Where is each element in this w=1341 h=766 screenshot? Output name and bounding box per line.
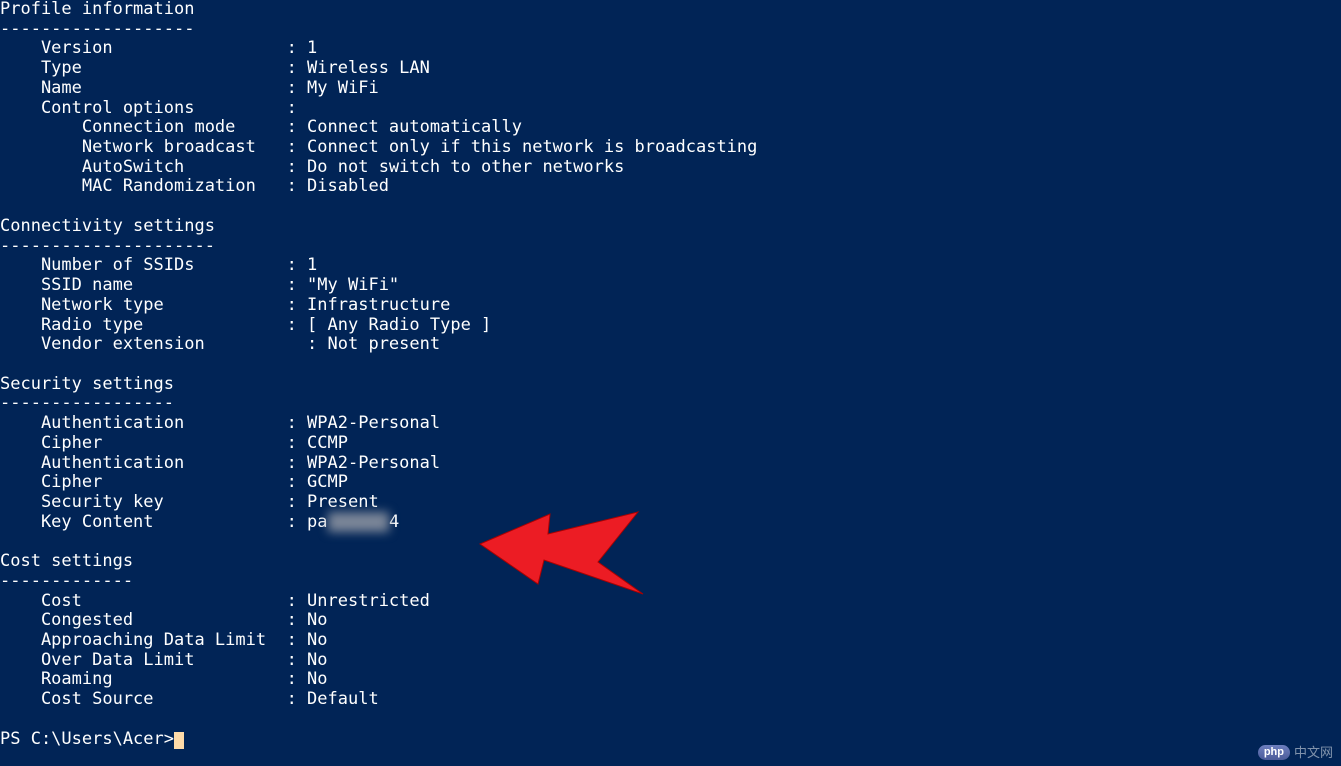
terminal-output: Profile information ------------------- … bbox=[0, 0, 757, 749]
watermark-badge: php bbox=[1258, 745, 1290, 760]
watermark-text: 中文网 bbox=[1294, 745, 1333, 760]
watermark: php 中文网 bbox=[1258, 745, 1333, 760]
cursor bbox=[174, 732, 184, 749]
